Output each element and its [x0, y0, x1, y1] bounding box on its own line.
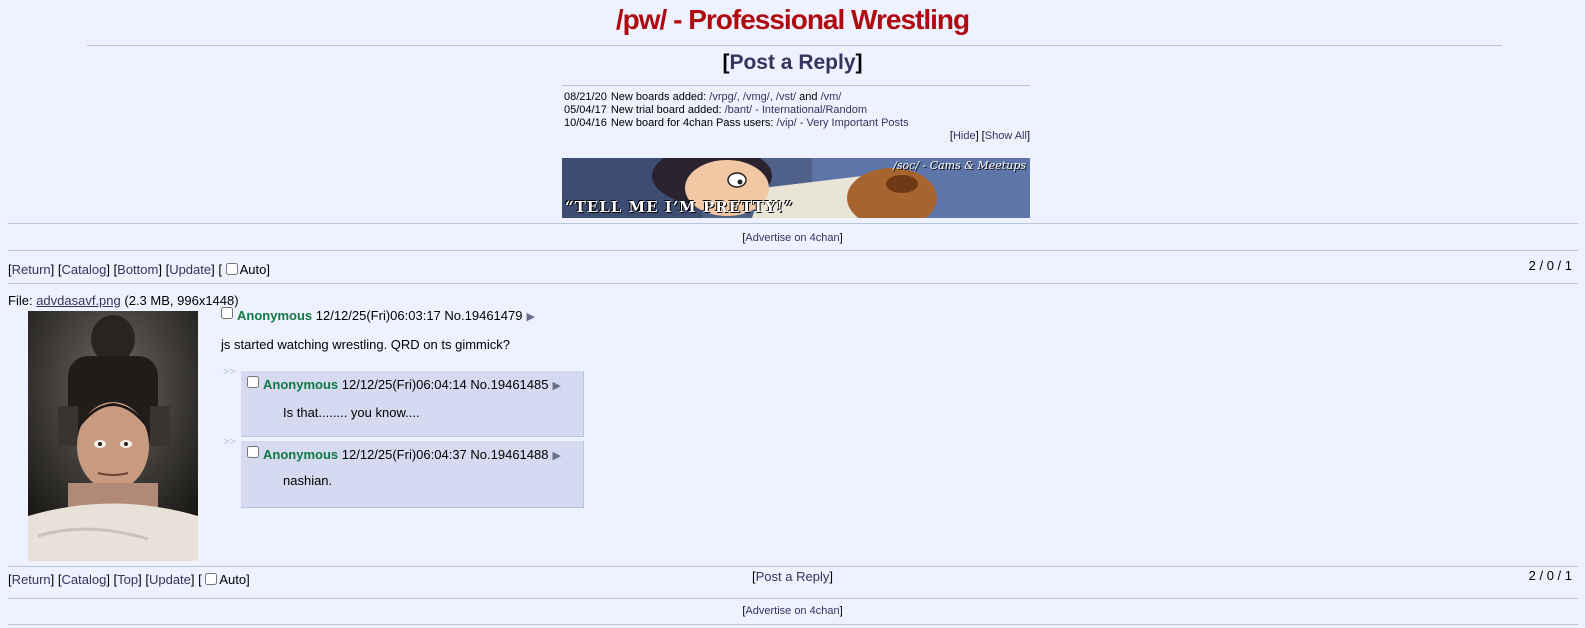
post-number-link[interactable]: No.19461488 — [470, 447, 548, 462]
file-link[interactable]: advdasavf.png — [36, 293, 121, 308]
reply-side-arrows: >> — [223, 436, 236, 448]
auto-update-checkbox[interactable] — [225, 263, 238, 275]
news-row: 10/04/16 New board for 4chan Pass users:… — [562, 117, 911, 130]
post-datetime: 12/12/25(Fri)06:04:37 — [341, 447, 467, 462]
auto-label: Auto — [239, 262, 267, 277]
op-image-thumbnail[interactable] — [28, 311, 198, 561]
op-post-info: Anonymous 12/12/25(Fri)06:03:17 No.19461… — [221, 307, 535, 323]
news-date: 05/04/17 — [564, 104, 607, 116]
news-text: New boards added: — [610, 91, 707, 103]
header-divider — [87, 45, 1502, 46]
news-text: New trial board added: — [610, 104, 722, 116]
banner-caption: “TELL ME I’M PRETTY!” — [565, 198, 794, 216]
news-link[interactable]: /vrpg/, /vmg/, /vst/ — [709, 91, 796, 103]
post-number-link[interactable]: No.19461485 — [470, 377, 548, 392]
reply-post: Anonymous 12/12/25(Fri)06:04:14 No.19461… — [241, 371, 584, 437]
poster-name: Anonymous — [237, 308, 313, 323]
poster-name: Anonymous — [263, 377, 339, 392]
news-divider — [562, 85, 1030, 86]
news-table: 08/21/20 New boards added: /vrpg/, /vmg/… — [562, 91, 1030, 130]
news-and: and — [799, 91, 818, 103]
advertise-link[interactable]: Advertise on 4chan — [745, 232, 839, 244]
catalog-link[interactable]: Catalog — [62, 262, 107, 277]
post-reply-link-top[interactable]: Post a Reply — [729, 51, 855, 74]
news-link[interactable]: /vm/ — [821, 91, 842, 103]
post-reply-link-bottom[interactable]: Post a Reply — [756, 569, 830, 584]
post-datetime: 12/12/25(Fri)06:04:14 — [341, 377, 467, 392]
news-controls: [Hide] [Show All] — [949, 130, 1030, 142]
poster-name: Anonymous — [263, 447, 339, 462]
reply-select-checkbox[interactable] — [247, 376, 259, 388]
op-image — [28, 311, 198, 561]
bracket-close: ] — [855, 51, 863, 74]
post-reply-bottom: [Post a Reply] — [0, 569, 1585, 584]
board-title: /pw/ - Professional Wrestling — [615, 4, 970, 35]
update-link[interactable]: Update — [169, 262, 211, 277]
banner-tag: /soc/ - Cams & Meetups — [893, 159, 1026, 172]
thread-nav-top: [Return] [Catalog] [Bottom] [Update] [ A… — [8, 262, 270, 277]
news-show-all-link[interactable]: Show All — [985, 130, 1027, 142]
bracket-close: ] — [829, 569, 833, 584]
divider — [8, 223, 1578, 224]
op-select-checkbox[interactable] — [221, 307, 233, 319]
board-banner[interactable]: /soc/ - Cams & Meetups “TELL ME I’M PRET… — [562, 158, 1030, 218]
reply-message: nashian. — [283, 473, 333, 488]
news-hide-link[interactable]: Hide — [953, 130, 976, 142]
post-datetime: 12/12/25(Fri)06:03:17 — [315, 308, 441, 323]
post-menu-arrow-icon[interactable]: ▶ — [526, 311, 534, 323]
file-label: File: — [8, 293, 33, 308]
divider — [8, 598, 1578, 599]
advertise-link[interactable]: Advertise on 4chan — [745, 605, 839, 617]
reply-post-info: Anonymous 12/12/25(Fri)06:04:37 No.19461… — [247, 446, 561, 462]
bottom-link[interactable]: Bottom — [117, 262, 158, 277]
post-menu-arrow-icon[interactable]: ▶ — [552, 380, 560, 392]
divider — [8, 566, 1578, 567]
news-text: New board for 4chan Pass users: — [610, 117, 774, 129]
post-reply-top: [Post a Reply] — [0, 51, 1585, 75]
reply-side-arrows: >> — [223, 366, 236, 378]
news-row: 08/21/20 New boards added: /vrpg/, /vmg/… — [562, 91, 911, 104]
thread-stats-bottom: 2 / 0 / 1 — [1528, 568, 1572, 583]
reply-post-info: Anonymous 12/12/25(Fri)06:04:14 No.19461… — [247, 376, 561, 392]
divider — [8, 250, 1578, 251]
news-link[interactable]: /bant/ - International/Random — [725, 104, 867, 116]
reply-message: Is that........ you know.... — [283, 405, 420, 420]
advertise-top: [Advertise on 4chan] — [742, 232, 843, 244]
return-link[interactable]: Return — [12, 262, 51, 277]
op-message: js started watching wrestling. QRD on ts… — [221, 337, 510, 352]
file-meta: (2.3 MB, 996x1448) — [124, 293, 239, 308]
thread-stats-top: 2 / 0 / 1 — [1528, 258, 1572, 273]
reply-post: Anonymous 12/12/25(Fri)06:04:37 No.19461… — [241, 441, 584, 508]
post-number-link[interactable]: No.19461479 — [444, 308, 522, 323]
advertise-bottom: [Advertise on 4chan] — [742, 605, 843, 617]
reply-select-checkbox[interactable] — [247, 446, 259, 458]
divider — [8, 624, 1578, 625]
news-link[interactable]: /vip/ - Very Important Posts — [777, 117, 909, 129]
divider — [8, 283, 1578, 284]
post-menu-arrow-icon[interactable]: ▶ — [552, 450, 560, 462]
news-row: 05/04/17 New trial board added: /bant/ -… — [562, 104, 911, 117]
news-date: 08/21/20 — [564, 91, 607, 103]
file-info: File: advdasavf.png (2.3 MB, 996x1448) — [8, 293, 239, 308]
news-date: 10/04/16 — [564, 117, 607, 129]
